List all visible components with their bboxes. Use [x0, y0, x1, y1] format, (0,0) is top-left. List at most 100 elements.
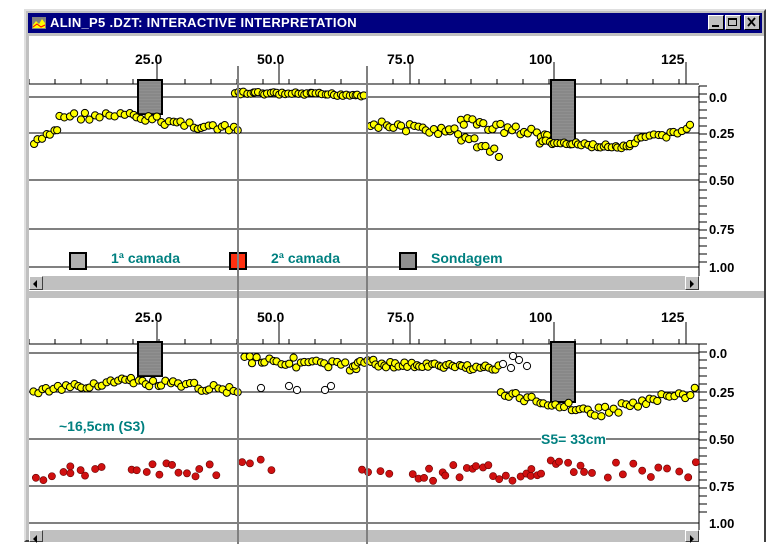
second-layer-pick	[267, 466, 276, 474]
second-layer-pick	[246, 459, 254, 468]
second-layer-pick	[148, 460, 157, 469]
first-layer-pick	[597, 412, 606, 421]
second-layer-pick	[195, 465, 204, 473]
second-layer-pick	[646, 473, 655, 481]
minimize-icon	[712, 25, 719, 27]
depth-tick-label: 1.00	[709, 260, 734, 275]
maximize-button[interactable]	[725, 15, 741, 30]
annotation-s3: ~16,5cm (S3)	[59, 418, 145, 434]
second-layer-pick	[588, 469, 596, 477]
first-layer-pick	[70, 109, 79, 118]
first-layer-pick	[95, 113, 104, 122]
second-layer-pick	[564, 458, 572, 467]
first-layer-pick	[686, 391, 695, 400]
interpretation-window: ALIN_P5 .DZT: INTERACTIVE INTERPRETATION…	[24, 9, 766, 544]
scroll-left-button[interactable]	[29, 276, 43, 290]
legend-label-first-layer: 1ª camada	[111, 250, 181, 266]
first-layer-pick	[289, 353, 298, 362]
unassigned-pick	[522, 361, 532, 371]
second-layer-pick	[191, 472, 200, 481]
first-layer-pick	[490, 144, 499, 153]
unassigned-pick	[256, 383, 266, 393]
second-layer-pick	[618, 470, 627, 479]
second-layer-pick	[155, 470, 164, 479]
scroll-right-button[interactable]	[685, 530, 699, 543]
first-layer-pick	[341, 358, 350, 367]
second-layer-pick	[429, 476, 437, 485]
window-title: ALIN_P5 .DZT: INTERACTIVE INTERPRETATION	[50, 15, 357, 30]
first-layer-pick	[511, 122, 520, 131]
first-layer-pick	[245, 352, 254, 361]
second-layer-pick	[612, 458, 620, 467]
second-layer-pick	[168, 461, 176, 469]
second-layer-pick	[654, 463, 663, 472]
second-layer-pick	[580, 468, 588, 476]
pane-divider[interactable]	[26, 291, 764, 297]
first-layer-pick	[685, 120, 695, 129]
first-layer-pick	[148, 376, 158, 385]
top-profile-pane[interactable]: 25.0 50.0 75.0 100 125 M 0.00.250.500.75…	[29, 36, 764, 291]
unassigned-pick	[326, 381, 336, 391]
maximize-icon	[728, 18, 737, 26]
second-layer-pick	[97, 463, 106, 471]
second-layer-pick	[471, 462, 480, 471]
legend-swatch-sondagem	[399, 252, 417, 270]
legend-swatch-first-layer	[69, 252, 87, 270]
unassigned-pick	[498, 359, 508, 369]
depth-tick-label: 0.50	[709, 432, 734, 447]
second-layer-pick	[174, 468, 183, 477]
legend-label-sondagem: Sondagem	[431, 250, 503, 266]
arrow-right-icon	[690, 535, 694, 543]
cursor-line-left[interactable]	[237, 66, 239, 544]
second-layer-pick	[205, 460, 214, 469]
second-layer-pick	[91, 465, 100, 473]
second-layer-pick	[59, 468, 68, 476]
second-layer-pick	[537, 469, 546, 478]
second-layer-pick	[495, 475, 504, 484]
second-layer-pick	[449, 461, 458, 469]
close-button[interactable]	[744, 15, 760, 30]
second-layer-pick	[484, 461, 493, 470]
sondagem-marker[interactable]	[137, 341, 163, 377]
first-layer-pick	[690, 383, 699, 392]
second-layer-pick	[238, 458, 247, 467]
second-layer-pick	[66, 469, 75, 478]
second-layer-pick	[527, 465, 536, 473]
depth-tick-label: 0.75	[709, 479, 734, 494]
first-layer-pick	[494, 152, 503, 162]
horizontal-scrollbar-top[interactable]	[29, 276, 699, 290]
second-layer-pick	[455, 473, 464, 482]
first-layer-pick	[459, 120, 468, 129]
arrow-left-icon	[33, 280, 37, 288]
second-layer-pick	[576, 461, 585, 470]
first-layer-pick	[76, 115, 86, 124]
first-layer-pick	[80, 108, 89, 118]
minimize-button[interactable]	[708, 15, 724, 30]
depth-tick-label: 0.75	[709, 222, 734, 237]
second-layer-pick	[663, 464, 671, 473]
unassigned-pick	[284, 381, 294, 391]
cursor-line-right[interactable]	[366, 66, 368, 544]
unassigned-pick	[292, 385, 302, 395]
second-layer-pick	[385, 469, 394, 478]
second-layer-pick	[526, 471, 535, 480]
first-layer-pick	[53, 126, 62, 135]
depth-tick-label: 1.00	[709, 516, 734, 531]
second-layer-pick	[629, 459, 638, 468]
depth-tick-label: 0.0	[709, 346, 727, 361]
depth-tick-label: 0.25	[709, 126, 734, 141]
title-bar[interactable]: ALIN_P5 .DZT: INTERACTIVE INTERPRETATION	[28, 13, 762, 33]
horizontal-scrollbar-bottom[interactable]	[29, 530, 699, 543]
legend-label-second-layer: 2ª camada	[271, 250, 341, 266]
sondagem-marker[interactable]	[137, 79, 163, 115]
first-layer-pick	[653, 396, 662, 406]
scroll-right-button[interactable]	[685, 276, 699, 290]
second-layer-pick	[684, 473, 693, 482]
second-layer-pick	[691, 458, 700, 467]
bottom-profile-pane[interactable]: 25.0 50.0 75.0 100 125 M 0.00.250.500.75…	[29, 298, 764, 543]
scroll-left-button[interactable]	[29, 530, 43, 543]
sondagem-marker[interactable]	[550, 79, 576, 143]
second-layer-pick	[441, 471, 450, 480]
second-layer-pick	[183, 469, 191, 478]
second-layer-pick	[425, 464, 433, 473]
